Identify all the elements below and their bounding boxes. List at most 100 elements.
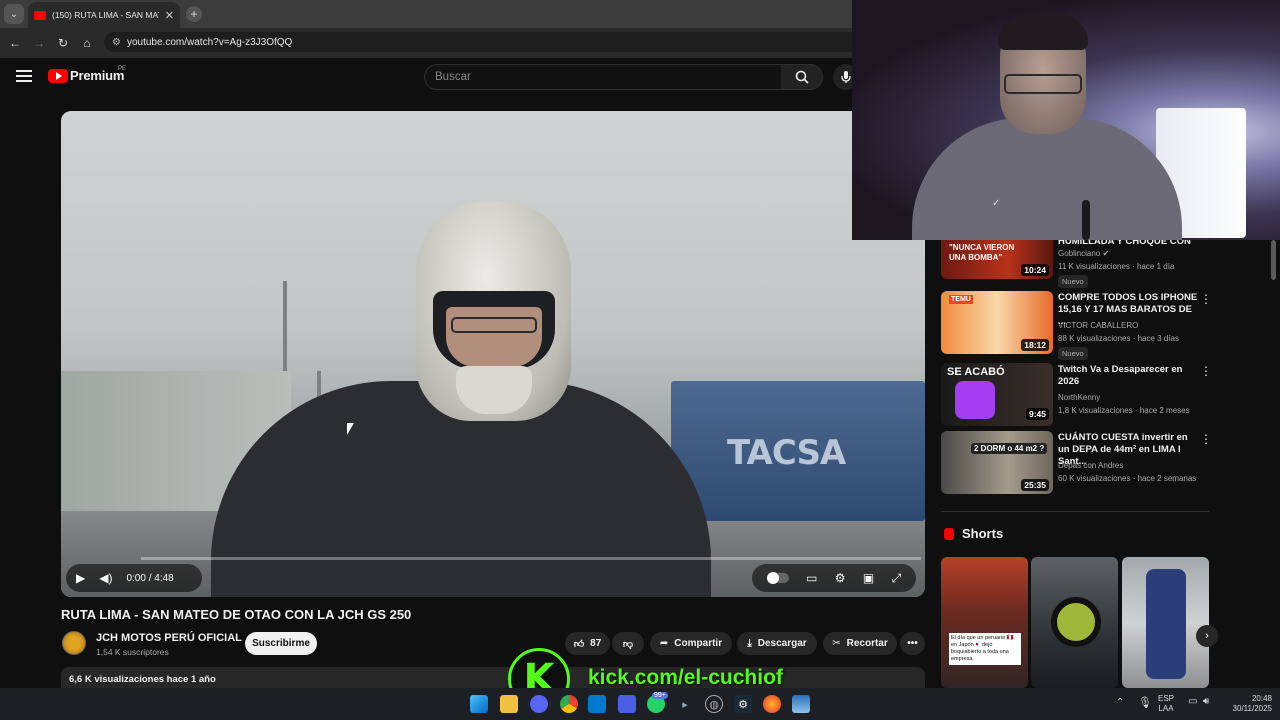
shorts-icon	[944, 528, 954, 540]
microphone-tray-icon[interactable]: 🎙︎	[1138, 696, 1152, 709]
start-icon[interactable]	[470, 695, 488, 713]
vscode-icon[interactable]	[588, 695, 606, 713]
firefox-icon[interactable]	[763, 695, 781, 713]
play-icon[interactable]: ▶	[76, 571, 85, 585]
volume-icon[interactable]: ◀)	[99, 571, 112, 585]
search-box[interactable]	[424, 64, 782, 90]
new-badge: Nuevo	[1058, 347, 1088, 360]
player-controls-left: ▶ ◀) 0:00 / 4:48	[66, 564, 202, 592]
dislike-button[interactable]: 👎︎	[612, 632, 644, 655]
video-thumbnail: "NUNCA VIERON UNA BOMBA" 10:24	[941, 240, 1053, 279]
short-thumbnail[interactable]: El día que un peruano 🇵🇪 en Japón🇯🇵 dejó…	[941, 557, 1028, 688]
clock[interactable]: 20:48 30/11/2025	[1226, 694, 1272, 714]
clock-time: 20:48	[1251, 694, 1272, 703]
site-info-icon[interactable]: ⚙	[112, 37, 121, 48]
forward-arrow-icon[interactable]: →	[30, 34, 48, 52]
search-input[interactable]	[435, 71, 781, 83]
thumbnail-text: SE ACABÓ	[947, 366, 1005, 378]
recommendation-channel[interactable]: NorthKenny	[1058, 393, 1100, 402]
duration-badge: 25:35	[1021, 479, 1049, 491]
thumbnail-text: TEMU	[949, 295, 973, 304]
network-icon[interactable]: ▭	[1188, 696, 1197, 707]
address-bar[interactable]: ⚙ youtube.com/watch?v=Ag-z3J3OfQQ	[104, 32, 864, 52]
show-hidden-icons-icon[interactable]: ⌃	[1116, 697, 1124, 708]
chrome-icon[interactable]	[560, 695, 578, 713]
volume-tray-icon[interactable]: 🔊︎	[1203, 696, 1209, 707]
more-options-icon[interactable]: ⋮	[1200, 364, 1212, 378]
video-thumbnail[interactable]: TEMU 18:12	[941, 291, 1053, 354]
streamer-glasses	[1004, 74, 1082, 94]
streamer-body	[912, 118, 1182, 240]
home-icon[interactable]: ⌂	[78, 34, 96, 52]
short-thumbnail[interactable]	[1122, 557, 1209, 688]
photos-icon[interactable]	[792, 695, 810, 713]
like-button[interactable]: 👍︎ 87	[565, 632, 610, 655]
more-options-icon[interactable]: ⋮	[1200, 292, 1212, 306]
video-thumbnail[interactable]: 2 DORM o 44 m2 ? 25:35	[941, 431, 1053, 494]
microphone-icon	[841, 71, 851, 83]
app-icon[interactable]	[618, 695, 636, 713]
share-button[interactable]: ➦ Compartir	[650, 632, 732, 655]
miniplayer-icon[interactable]: ▣	[863, 571, 874, 585]
verified-icon: ✔	[1102, 249, 1110, 258]
search-button[interactable]	[781, 64, 823, 90]
duration-badge: 9:45	[1025, 408, 1049, 420]
tab-search-button[interactable]: ⌄	[4, 4, 24, 24]
video-title: RUTA LIMA - SAN MATEO DE OTAO CON LA JCH…	[61, 607, 412, 622]
settings-icon[interactable]: ⚙	[835, 571, 846, 585]
new-badge: Nuevo	[1058, 275, 1088, 288]
shorts-next-arrow-icon[interactable]: ›	[1196, 625, 1218, 647]
recommendation-title[interactable]: Twitch Va a Desaparecer en 2026	[1058, 364, 1198, 388]
recommendation-channel[interactable]: Goblinciano ✔	[1058, 249, 1109, 258]
subtitles-icon[interactable]: ▭	[806, 571, 817, 585]
sidebar-scrollbar[interactable]	[1271, 240, 1276, 280]
clip-button[interactable]: ✂ Recortar	[823, 632, 897, 655]
shorts-heading: Shorts	[962, 526, 1004, 541]
recommendation-channel[interactable]: Depas con Andres	[1058, 461, 1123, 470]
steam-icon[interactable]: ⚙	[734, 695, 752, 713]
like-count: 87	[590, 638, 602, 649]
autoplay-toggle[interactable]	[766, 572, 789, 584]
more-actions-button[interactable]: •••	[900, 632, 925, 655]
channel-avatar[interactable]	[62, 631, 86, 655]
video-thumbnail[interactable]: SE ACABÓ 9:45	[941, 363, 1053, 426]
discord-icon[interactable]	[530, 695, 548, 713]
time-display: 0:00 / 4:48	[126, 572, 174, 584]
youtube-premium-logo[interactable]: Premium	[70, 68, 124, 83]
file-explorer-icon[interactable]	[500, 695, 518, 713]
progress-bar[interactable]	[141, 557, 921, 560]
reload-icon[interactable]: ↻	[54, 34, 72, 52]
more-options-icon[interactable]: ⋮	[1200, 432, 1212, 446]
notification-badge: 99+	[652, 692, 668, 699]
recommendation-meta: 11 K visualizaciones · hace 1 día	[1058, 262, 1175, 271]
tab-close-icon[interactable]: ✕	[165, 9, 174, 22]
recommendation-channel[interactable]: VICTOR CABALLERO	[1058, 321, 1138, 330]
tab-title: (150) RUTA LIMA - SAN MATEO	[52, 10, 159, 20]
search-icon	[795, 70, 809, 84]
windows-taskbar	[0, 688, 1280, 720]
kick-url-text: kick.com/el-cuchiof	[588, 666, 783, 689]
fullscreen-icon[interactable]: ⤢	[892, 571, 902, 586]
back-arrow-icon[interactable]: ←	[6, 34, 24, 52]
video-player[interactable]: TACSA ▶ ◀) 0:00 / 4:48 ▭ ⚙ ▣ ⤢	[61, 111, 925, 597]
short-thumbnail[interactable]	[1031, 557, 1118, 688]
rider-glasses	[451, 317, 537, 333]
clip-label: Recortar	[846, 638, 888, 649]
youtube-logo-icon[interactable]	[48, 69, 68, 83]
browser-tab-active[interactable]: (150) RUTA LIMA - SAN MATEO ✕	[28, 2, 180, 28]
divider	[941, 511, 1209, 512]
language-indicator[interactable]: ESP LAA	[1158, 694, 1174, 714]
subscribe-button[interactable]: Suscribirme	[245, 632, 317, 655]
new-tab-button[interactable]: +	[186, 6, 202, 22]
mouse-cursor-icon	[347, 423, 354, 435]
download-button[interactable]: ⤓ Descargar	[737, 632, 817, 655]
language-code: ESP	[1158, 694, 1175, 703]
obs-icon[interactable]: ◍	[705, 695, 723, 713]
channel-name[interactable]: JCH MOTOS PERÚ OFICIAL	[96, 632, 242, 644]
menu-icon[interactable]	[16, 70, 32, 82]
app-icon[interactable]: ▸	[676, 695, 694, 713]
phone-image	[1146, 569, 1186, 679]
truck-logo: TACSA	[727, 433, 846, 473]
recommendation-item[interactable]: "NUNCA VIERON UNA BOMBA" 10:24	[941, 240, 1053, 279]
recommendation-meta: 60 K visualizaciones · hace 2 semanas	[1058, 474, 1197, 483]
